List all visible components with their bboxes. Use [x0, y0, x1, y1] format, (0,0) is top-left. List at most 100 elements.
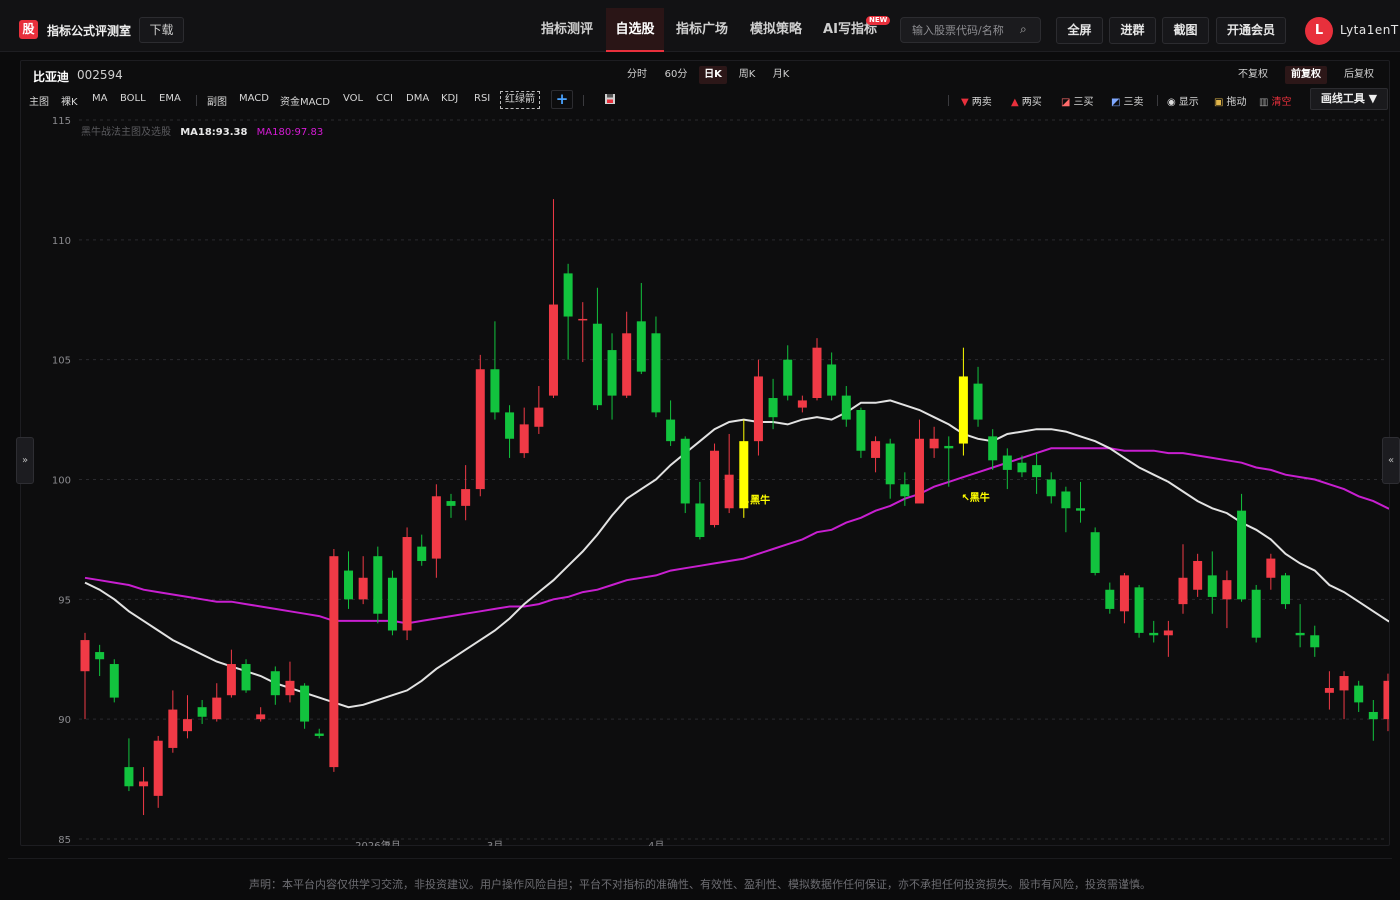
candle-body — [1061, 491, 1071, 509]
candle-body — [505, 412, 515, 439]
indicator-main-chart[interactable]: 主图 — [29, 93, 49, 108]
indicator-dma[interactable]: DMA — [406, 93, 429, 104]
legend-source: 黑牛战法主图及选股 — [81, 127, 171, 138]
candle-body — [1354, 685, 1364, 703]
candle-body — [1134, 587, 1144, 633]
indicator-sub-chart[interactable]: 副图 — [207, 93, 227, 108]
indicator-red-green-arrow[interactable]: 红绿箭 — [500, 91, 540, 109]
stock-code: 002594 — [77, 68, 123, 82]
tool-show[interactable]: ◉ 显示 — [1167, 93, 1199, 108]
x-tick-label: 2月 — [384, 840, 400, 846]
save-icon[interactable] — [604, 93, 616, 105]
chart-legend: 黑牛战法主图及选股 MA18:93.38 MA180:97.83 — [81, 123, 323, 138]
candle-body — [1222, 580, 1232, 600]
adjust-forward[interactable]: 前复权 — [1285, 66, 1327, 84]
nav-item-indicator-review[interactable]: 指标测评 — [533, 8, 601, 52]
expand-left-panel-button[interactable]: » — [16, 437, 34, 484]
candle-body — [695, 503, 705, 538]
expand-right-panel-button[interactable]: « — [1382, 437, 1400, 484]
tool-show-label: 显示 — [1178, 97, 1199, 108]
tool-sell-two[interactable]: ▼ 两卖 — [961, 93, 992, 108]
y-tick-label: 105 — [52, 356, 71, 367]
join-group-button[interactable]: 进群 — [1109, 17, 1156, 44]
period-intraday[interactable]: 分时 — [624, 66, 650, 84]
fullscreen-button[interactable]: 全屏 — [1056, 17, 1103, 44]
candlestick-chart[interactable]: 8590951001051101152026年2月3月4月↖黑牛↖黑牛 — [21, 113, 1389, 846]
nav-item-ai-write-indicator[interactable]: AI写指标 — [816, 8, 884, 52]
tool-clear-label: 清空 — [1271, 97, 1292, 108]
candle-body — [1383, 680, 1389, 720]
nav-item-simulated-strategy[interactable]: 模拟策略 — [742, 8, 810, 52]
y-tick-label: 100 — [52, 476, 71, 487]
download-button[interactable]: 下载 — [139, 17, 184, 43]
tool-drag[interactable]: ▣ 拖动 — [1214, 93, 1246, 108]
candle-body — [1251, 589, 1261, 638]
candle-body — [1339, 676, 1349, 691]
signal-label: ↖黑牛 — [961, 491, 989, 504]
candle-body — [490, 369, 500, 413]
candle-body — [182, 719, 192, 732]
candle-body — [1076, 508, 1086, 511]
indicator-naked-k[interactable]: 裸K — [61, 93, 78, 108]
candle-body — [402, 537, 412, 631]
tool-buy-three-label: 三买 — [1073, 97, 1094, 108]
tool-sell-three[interactable]: ◩ 三卖 — [1111, 93, 1143, 108]
candle-body — [548, 304, 558, 396]
toolbar-divider — [948, 95, 949, 106]
add-indicator-button[interactable]: + — [551, 90, 573, 109]
lock-icon: ▣ — [1214, 97, 1224, 108]
candle-body — [226, 664, 236, 696]
nav-item-watchlist[interactable]: 自选股 — [606, 8, 664, 52]
period-daily[interactable]: 日K — [699, 66, 727, 84]
indicator-ma[interactable]: MA — [92, 93, 107, 104]
app-logo[interactable]: 股 — [19, 20, 38, 39]
candle-body — [95, 652, 105, 660]
candle-body — [841, 395, 851, 420]
username[interactable]: Lyta1enT — [1340, 23, 1399, 37]
adjust-backward[interactable]: 后复权 — [1339, 66, 1379, 84]
open-membership-button[interactable]: 开通会员 — [1216, 17, 1286, 44]
candle-body — [344, 570, 354, 600]
indicator-kdj[interactable]: KDJ — [441, 93, 458, 104]
candle-body — [373, 556, 383, 614]
candle-body — [314, 733, 324, 736]
candle-body — [797, 400, 807, 408]
nav-item-indicator-square[interactable]: 指标广场 — [668, 8, 736, 52]
draw-tools-dropdown[interactable]: 画线工具 ▼ — [1310, 88, 1388, 110]
avatar[interactable]: L — [1305, 17, 1333, 45]
period-monthly[interactable]: 月K — [768, 66, 794, 84]
candle-body — [124, 767, 134, 787]
candle-body — [1046, 479, 1056, 497]
candle-body — [387, 577, 397, 631]
search-icon[interactable]: ⌕ — [1020, 22, 1027, 37]
candle-body — [578, 318, 588, 321]
candle-body — [1368, 711, 1378, 720]
indicator-boll[interactable]: BOLL — [120, 93, 146, 104]
period-60min[interactable]: 60分 — [661, 66, 691, 84]
y-tick-label: 85 — [58, 835, 71, 846]
trash-icon: ▥ — [1259, 97, 1269, 108]
candle-body — [212, 697, 222, 720]
indicator-vol[interactable]: VOL — [343, 93, 363, 104]
ma18-line — [84, 399, 1389, 709]
up-triangle-icon: ▲ — [1011, 97, 1019, 108]
tool-buy-two[interactable]: ▲ 两买 — [1011, 93, 1042, 108]
candle-body — [139, 781, 149, 787]
app-title[interactable]: 指标公式评测室 — [47, 22, 131, 39]
indicator-macd[interactable]: MACD — [239, 93, 269, 104]
candle-body — [1324, 688, 1334, 693]
indicator-cci[interactable]: CCI — [376, 93, 393, 104]
candle-body — [768, 398, 778, 418]
indicator-ema[interactable]: EMA — [159, 93, 181, 104]
legend-ma180: MA180:97.83 — [256, 127, 324, 138]
period-weekly[interactable]: 周K — [734, 66, 760, 84]
candle-body — [1002, 455, 1012, 470]
tool-sell-two-label: 两卖 — [971, 97, 992, 108]
candle-body — [1280, 575, 1290, 605]
adjust-none[interactable]: 不复权 — [1233, 66, 1273, 84]
screenshot-button[interactable]: 截图 — [1162, 17, 1209, 44]
indicator-rsi[interactable]: RSI — [474, 93, 490, 104]
tool-clear[interactable]: ▥ 清空 — [1259, 93, 1291, 108]
indicator-fund-macd[interactable]: 资金MACD — [280, 93, 330, 108]
tool-buy-three[interactable]: ◪ 三买 — [1061, 93, 1093, 108]
